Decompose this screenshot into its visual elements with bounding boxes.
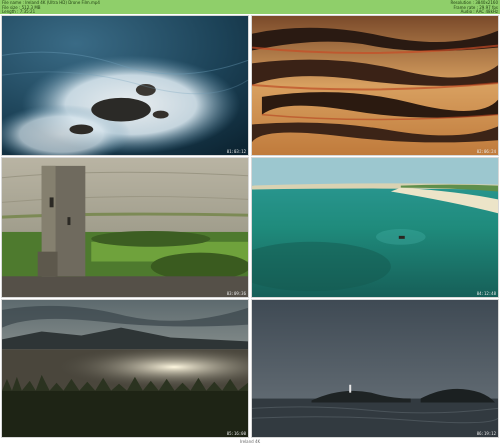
thumbnail-sunset-clouds[interactable]: 02:06:24 (251, 15, 499, 156)
footer-text: Ireland 4K (239, 439, 261, 444)
footer: Ireland 4K (0, 438, 500, 445)
timestamp-label: 06:19:12 (476, 431, 496, 436)
thumbnail-grid: 01:03:12 02:06:24 03:09:36 04:12:48 05:1… (0, 14, 500, 438)
timestamp-label: 04:12:48 (476, 291, 496, 296)
thumbnail-stone-tower[interactable]: 03:09:36 (1, 157, 249, 298)
thumbnail-turquoise-bay[interactable]: 04:12:48 (251, 157, 499, 298)
thumbnail-ocean-waves[interactable]: 01:03:12 (1, 15, 249, 156)
ocean-waves-image (2, 16, 248, 155)
thumbnail-sunlit-lake[interactable]: 05:16:00 (1, 299, 249, 438)
file-info-left: File name : Ireland 4K (Ultra HD) Drone … (2, 0, 100, 15)
thumbnail-lighthouse-island[interactable]: 06:19:12 (251, 299, 499, 438)
file-info-right: Resolution : 3840x2160 Frame rate : 29.9… (450, 0, 498, 15)
timestamp-label: 05:16:00 (226, 431, 246, 436)
timestamp-label: 01:03:12 (226, 149, 246, 154)
sunset-clouds-image (252, 16, 498, 155)
sunlit-lake-image (2, 300, 248, 437)
stone-tower-image (2, 158, 248, 297)
lighthouse-island-image (252, 300, 498, 437)
timestamp-label: 02:06:24 (476, 149, 496, 154)
turquoise-bay-image (252, 158, 498, 297)
info-header: File name : Ireland 4K (Ultra HD) Drone … (0, 0, 500, 14)
timestamp-label: 03:09:36 (226, 291, 246, 296)
